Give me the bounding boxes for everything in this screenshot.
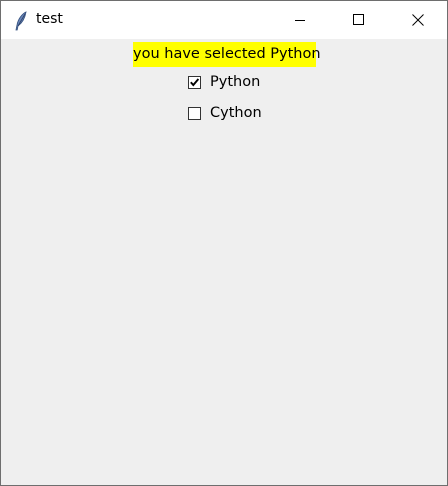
app-window: test you have selected Python Python Cyt… xyxy=(0,0,448,486)
minimize-button[interactable] xyxy=(277,1,323,39)
window-content: you have selected Python Python Cython xyxy=(1,39,447,485)
cython-checkbox[interactable]: Cython xyxy=(188,102,262,124)
close-button[interactable] xyxy=(395,1,441,39)
maximize-icon xyxy=(353,11,365,30)
feather-icon xyxy=(13,11,29,31)
cython-checkbox-label: Cython xyxy=(210,105,262,121)
window-title: test xyxy=(36,11,63,27)
title-bar[interactable]: test xyxy=(1,1,447,39)
close-icon xyxy=(412,11,424,30)
checkmark-icon xyxy=(190,77,200,86)
python-checkbox-label: Python xyxy=(210,74,261,90)
maximize-button[interactable] xyxy=(336,1,382,39)
minimize-icon xyxy=(294,11,306,30)
cython-checkbox-box[interactable] xyxy=(188,106,201,120)
python-checkbox-box[interactable] xyxy=(188,75,201,89)
selection-status-label: you have selected Python xyxy=(133,42,321,67)
python-checkbox[interactable]: Python xyxy=(188,71,260,93)
